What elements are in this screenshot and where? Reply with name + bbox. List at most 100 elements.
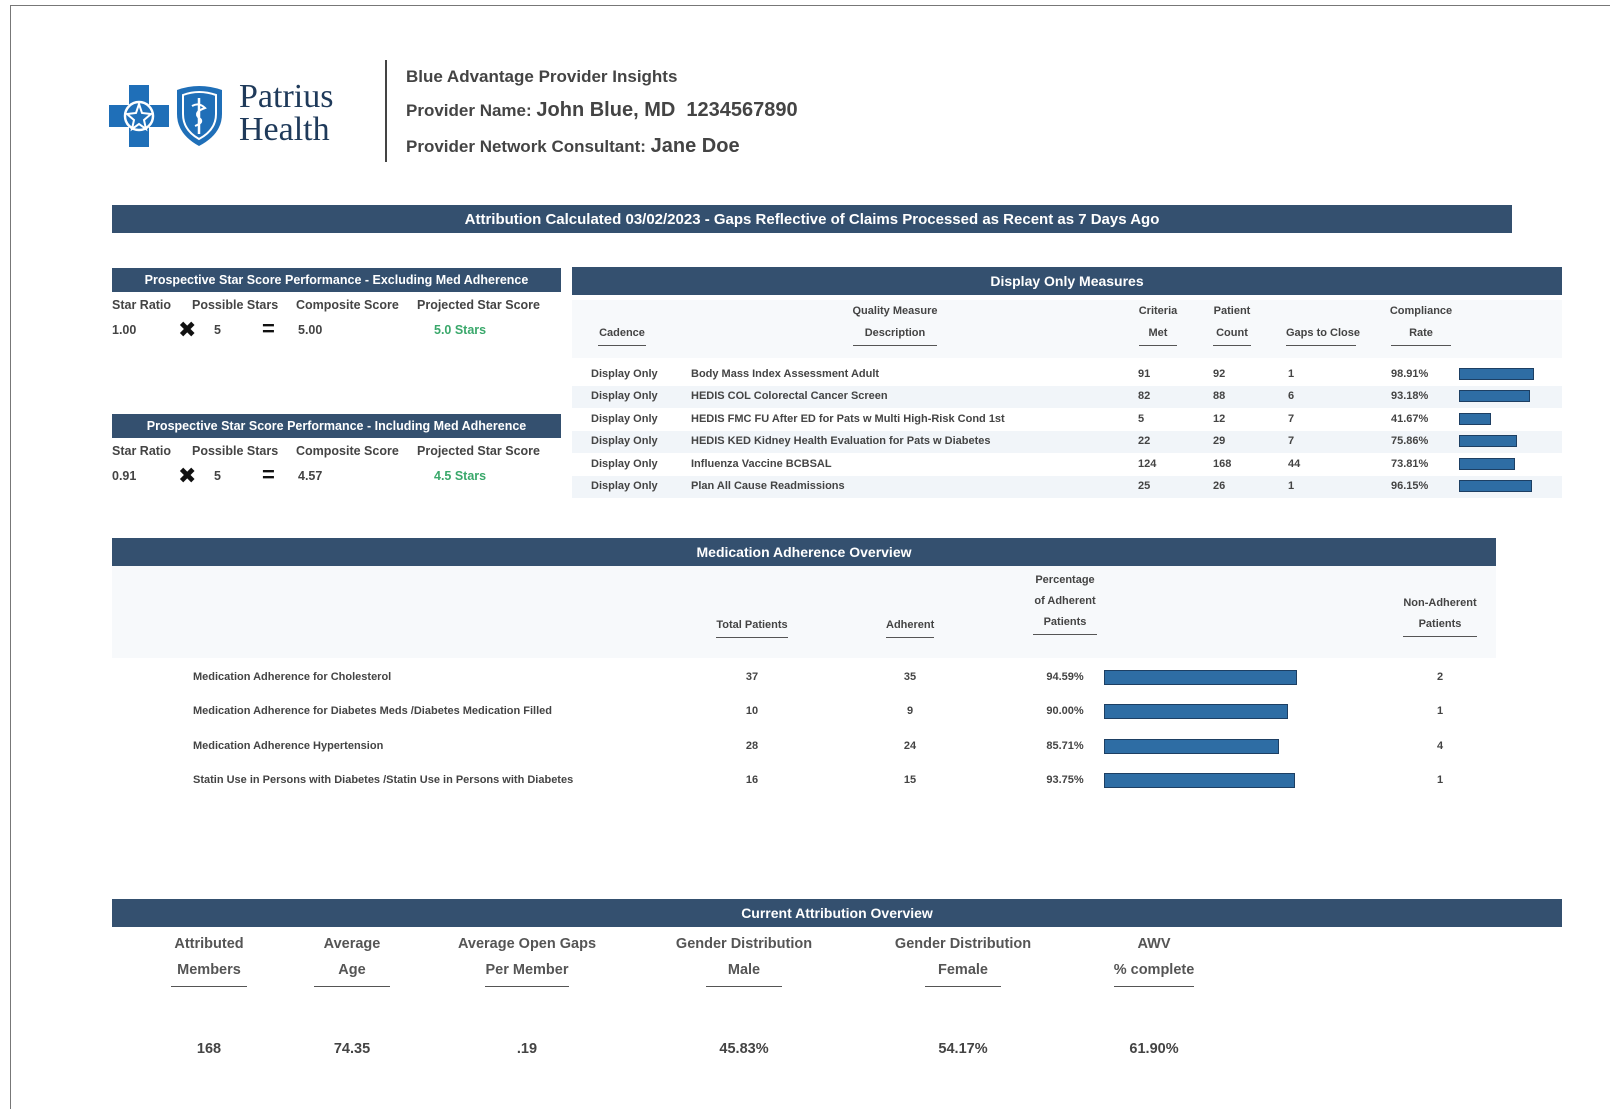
measure-cadence: Display Only	[591, 390, 658, 403]
star-incl-composite: 4.57	[298, 469, 323, 483]
attribution-header-line-2: Male	[706, 962, 782, 987]
attribution-column-header: AWV % complete	[1064, 936, 1244, 987]
med-percent-adherent: 85.71%	[1046, 739, 1084, 752]
attribution-column-header: Average Open Gaps Per Member	[437, 936, 617, 987]
blue-cross-logo-icon	[109, 85, 169, 147]
compliance-bar	[1459, 368, 1535, 380]
equals-icon: =	[262, 316, 275, 341]
measure-compliance-rate: 98.91%	[1391, 368, 1429, 380]
star-incl-possible: 5	[214, 469, 221, 483]
measure-gaps-to-close: 1	[1288, 480, 1295, 492]
measure-gaps-to-close: 44	[1288, 457, 1301, 470]
star-excluding-title: Prospective Star Score Performance - Exc…	[112, 268, 561, 292]
measure-cadence: Display Only	[591, 435, 658, 448]
med-adherent: 9	[906, 705, 914, 718]
attribution-header-line-2: % complete	[1113, 962, 1195, 987]
measure-criteria-met: 91	[1138, 368, 1151, 380]
attribution-header-line-1: Gender Distribution	[675, 936, 813, 952]
measure-cadence: Display Only	[591, 368, 658, 380]
measure-gaps-to-close: 7	[1288, 435, 1295, 448]
attribution-value: 74.35	[333, 1041, 371, 1057]
med-percent-adherent: 90.00%	[1046, 705, 1084, 718]
compliance-bar	[1459, 412, 1491, 425]
med-adherent: 24	[903, 739, 917, 752]
attribution-value: .19	[516, 1041, 538, 1057]
med-measure-name: Statin Use in Persons with Diabetes /Sta…	[193, 773, 574, 786]
compliance-bar	[1459, 390, 1530, 403]
compliance-bar	[1459, 435, 1517, 448]
measure-gaps-to-close: 7	[1288, 412, 1295, 425]
measure-gaps-to-close: 1	[1288, 368, 1295, 380]
med-adherence-header-band	[112, 566, 1496, 658]
provider-name-label: Provider Name:	[406, 101, 532, 120]
star-incl-header-composite: Composite Score	[296, 444, 399, 458]
measure-compliance-rate: 41.67%	[1391, 412, 1429, 425]
attribution-header-line-2-wrap: % complete	[1064, 962, 1244, 987]
attribution-header-line-1: Gender Distribution	[894, 936, 1032, 952]
med-adherent: 35	[903, 671, 917, 683]
measure-description: Body Mass Index Assessment Adult	[691, 368, 880, 380]
attribution-value: 168	[196, 1041, 222, 1057]
attribution-header-line-2: Age	[314, 962, 390, 987]
attribution-column-header: Gender Distribution Male	[654, 936, 834, 987]
measure-patient-count: 26	[1213, 480, 1226, 492]
measure-gaps-to-close: 6	[1288, 390, 1295, 403]
attribution-value: 54.17%	[938, 1041, 988, 1057]
col-patient-count: Patient Count	[1210, 305, 1254, 346]
attribution-header-line-1: AWV	[1137, 936, 1171, 952]
provider-name-line: Provider Name: John Blue, MD 1234567890	[406, 99, 798, 122]
col-gaps-to-close: Gaps to Close	[1286, 327, 1360, 346]
measure-criteria-met: 22	[1138, 435, 1151, 448]
logo-wordmark: Patrius Health	[239, 80, 333, 147]
attribution-header-line-2: Female	[925, 962, 1001, 987]
measure-cadence: Display Only	[591, 412, 658, 425]
measure-patient-count: 12	[1213, 412, 1226, 425]
adherence-bar	[1104, 704, 1288, 720]
multiply-icon: ✖	[178, 463, 197, 488]
star-including-title: Prospective Star Score Performance - Inc…	[112, 414, 561, 438]
attribution-value: 61.90%	[1129, 1041, 1179, 1057]
col-criteria-met: Criteria Met	[1136, 305, 1180, 346]
col-quality-measure: Quality Measure Description	[845, 305, 945, 346]
measure-description: HEDIS COL Colorectal Cancer Screen	[691, 390, 888, 403]
measure-criteria-met: 25	[1138, 480, 1151, 492]
med-total-patients: 37	[745, 671, 759, 683]
attribution-header-line-2-wrap: Female	[873, 962, 1053, 987]
measure-description: Plan All Cause Readmissions	[691, 480, 845, 492]
compliance-bar	[1459, 457, 1516, 470]
header-divider	[385, 60, 387, 162]
report-title: Blue Advantage Provider Insights	[406, 67, 678, 86]
col-compliance-rate: Compliance Rate	[1388, 305, 1454, 346]
med-percent-adherent: 94.59%	[1046, 671, 1084, 683]
measure-description: HEDIS FMC FU After ED for Pats w Multi H…	[691, 412, 1005, 425]
compliance-bar	[1459, 480, 1533, 492]
med-total-patients: 10	[745, 705, 759, 718]
measure-patient-count: 168	[1213, 457, 1232, 470]
measure-cadence: Display Only	[591, 480, 658, 492]
measure-compliance-rate: 96.15%	[1391, 480, 1429, 492]
measure-criteria-met: 82	[1138, 390, 1151, 403]
attribution-overview-title: Current Attribution Overview	[112, 899, 1562, 927]
med-non-adherent: 1	[1436, 773, 1444, 786]
star-excl-header-projected: Projected Star Score	[417, 298, 540, 312]
col-adherent: Adherent	[884, 619, 936, 638]
blue-shield-logo-icon	[177, 86, 222, 146]
attribution-header-line-1: Average	[323, 936, 381, 952]
star-excl-header-possible: Possible Stars	[192, 298, 279, 312]
med-measure-name: Medication Adherence for Cholesterol	[193, 671, 392, 683]
equals-icon: =	[262, 462, 275, 487]
med-measure-name: Medication Adherence for Diabetes Meds /…	[193, 705, 553, 718]
med-non-adherent: 1	[1436, 705, 1444, 718]
measure-criteria-met: 5	[1138, 412, 1145, 425]
measure-description: HEDIS KED Kidney Health Evaluation for P…	[691, 435, 991, 448]
measure-compliance-rate: 73.81%	[1391, 457, 1429, 470]
star-excl-ratio: 1.00	[112, 323, 137, 337]
display-measures-title: Display Only Measures	[572, 267, 1562, 295]
measure-compliance-rate: 93.18%	[1391, 390, 1429, 403]
med-measure-name: Medication Adherence Hypertension	[193, 739, 384, 752]
star-incl-header-possible: Possible Stars	[192, 444, 279, 458]
attribution-header-line-1: Average Open Gaps	[457, 936, 597, 952]
multiply-icon: ✖	[178, 317, 197, 342]
med-non-adherent: 2	[1436, 671, 1444, 683]
med-total-patients: 16	[745, 773, 759, 786]
